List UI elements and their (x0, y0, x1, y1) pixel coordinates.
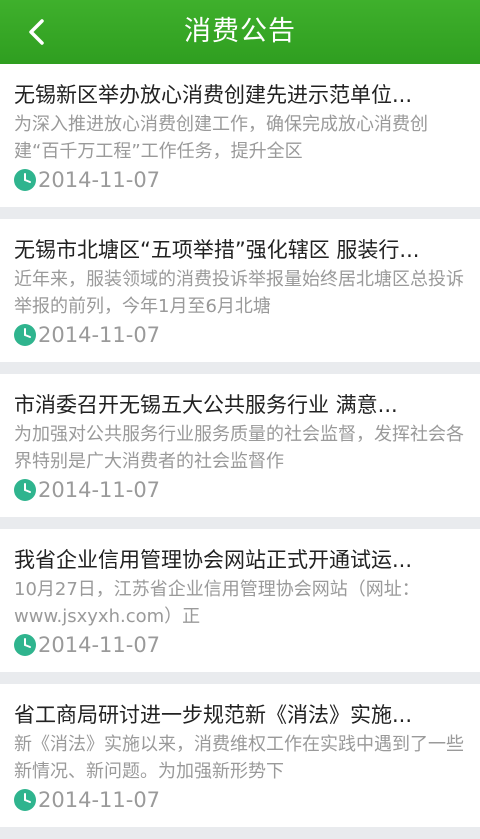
item-title: 省工商局研讨进一步规范新《消法》实施... (14, 703, 413, 727)
item-summary: 新《消法》实施以来，消费维权工作在实践中遇到了一些新情况、新问题。为加强新形势下 (14, 734, 464, 782)
notice-list: 无锡新区举办放心消费创建先进示范单位... 为深入推进放心消费创建工作，确保完成… (0, 64, 480, 839)
clock-icon (14, 324, 36, 346)
item-date-row: 2014-11-07 (14, 785, 160, 815)
list-item[interactable]: 无锡市北塘区“五项举措”强化辖区 服装行... 近年来，服装领域的消费投诉举报量… (0, 219, 480, 362)
list-item[interactable]: 我省企业信用管理协会网站正式开通试运... 10月27日，江苏省企业信用管理协会… (0, 529, 480, 672)
list-item[interactable]: 市消委召开无锡五大公共服务行业 满意... 为加强对公共服务行业服务质量的社会监… (0, 374, 480, 517)
item-title: 无锡市北塘区“五项举措”强化辖区 服装行... (14, 238, 420, 262)
item-date: 2014-11-07 (38, 788, 161, 812)
clock-icon (14, 169, 36, 191)
item-summary: 10月27日，江苏省企业信用管理协会网站（网址：www.jsxyxh.com）正 (14, 579, 420, 627)
item-date: 2014-11-07 (38, 323, 161, 347)
item-title: 无锡新区举办放心消费创建先进示范单位... (14, 83, 413, 107)
item-date-row: 2014-11-07 (14, 475, 160, 505)
item-date: 2014-11-07 (38, 478, 161, 502)
item-date: 2014-11-07 (38, 168, 161, 192)
clock-icon (14, 789, 36, 811)
clock-icon (14, 634, 36, 656)
list-item[interactable]: 无锡新区举办放心消费创建先进示范单位... 为深入推进放心消费创建工作，确保完成… (0, 64, 480, 207)
item-date-row: 2014-11-07 (14, 320, 160, 350)
app-header: 消费公告 (0, 0, 480, 64)
item-summary: 为加强对公共服务行业服务质量的社会监督，发挥社会各界特别是广大消费者的社会监督作 (14, 424, 464, 472)
item-summary: 为深入推进放心消费创建工作，确保完成放心消费创建“百千万工程”工作任务，提升全区 (14, 114, 428, 162)
clock-icon (14, 479, 36, 501)
list-item[interactable]: 省工商局研讨进一步规范新《消法》实施... 新《消法》实施以来，消费维权工作在实… (0, 684, 480, 827)
item-title: 市消委召开无锡五大公共服务行业 满意... (14, 393, 398, 417)
item-summary: 近年来，服装领域的消费投诉举报量始终居北塘区总投诉举报的前列，今年1月至6月北塘 (14, 269, 464, 317)
item-date: 2014-11-07 (38, 633, 161, 657)
item-date-row: 2014-11-07 (14, 630, 160, 660)
item-title: 我省企业信用管理协会网站正式开通试运... (14, 548, 413, 572)
item-date-row: 2014-11-07 (14, 165, 160, 195)
page-title: 消费公告 (184, 16, 296, 47)
